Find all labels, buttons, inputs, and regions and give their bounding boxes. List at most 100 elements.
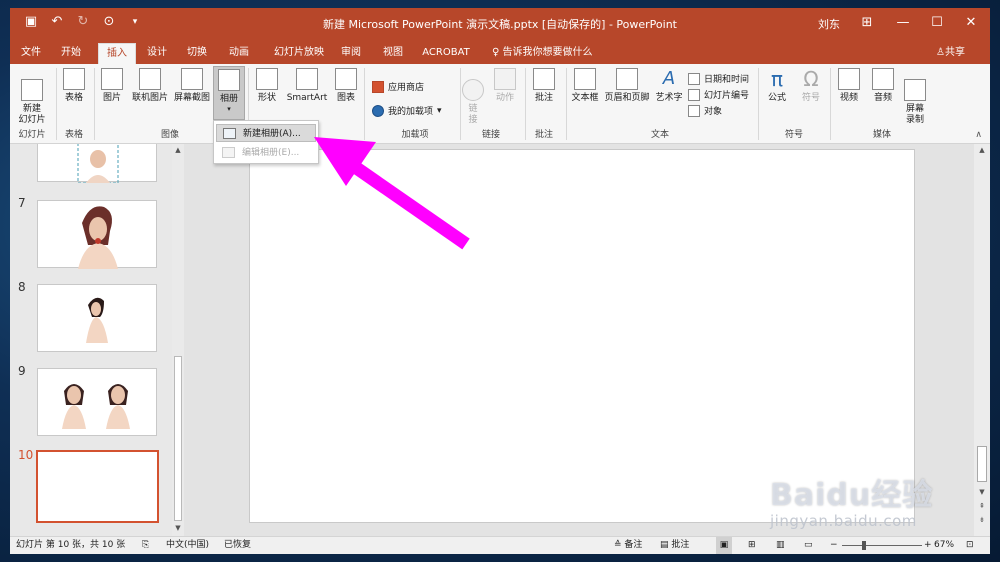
ribbon-display-icon[interactable]: ⊞	[852, 12, 882, 34]
scroll-up-icon[interactable]: ▲	[977, 146, 987, 154]
editor-scrollbar[interactable]: ▲ ▼ ⇞ ⇟	[974, 144, 990, 536]
tell-me-box[interactable]: ♀ 告诉我你想要做什么	[492, 43, 593, 63]
slide-sorter-icon[interactable]: ⊞	[748, 537, 756, 554]
link-button[interactable]: 链 接	[462, 68, 484, 126]
zoom-out-icon[interactable]: −	[830, 537, 838, 554]
header-footer-button[interactable]: 页眉和页脚	[602, 68, 652, 104]
online-picture-button[interactable]: 联机图片	[130, 68, 170, 104]
link-label: 链 接	[468, 104, 478, 125]
zoom-slider-knob[interactable]	[862, 541, 866, 550]
reading-view-icon[interactable]: ▥	[776, 537, 785, 554]
album-label: 相册	[219, 94, 238, 104]
camera-icon	[181, 68, 203, 90]
collapse-ribbon-icon[interactable]: ∧	[975, 130, 982, 140]
share-button[interactable]: ♙共享	[936, 43, 965, 63]
tab-file[interactable]: 文件	[16, 43, 46, 64]
chevron-down-icon: ▾	[227, 105, 231, 113]
table-icon	[63, 68, 85, 90]
shapes-button[interactable]: 形状	[252, 68, 282, 104]
group-label-media: 媒体	[872, 130, 891, 140]
object-button[interactable]: 对象	[688, 104, 722, 117]
group-separator	[830, 68, 831, 140]
slide-count: 幻灯片 第 10 张，共 10 张	[16, 540, 126, 550]
new-album-menu-item[interactable]: 新建相册(A)...	[216, 124, 316, 142]
table-label: 表格	[64, 93, 83, 103]
current-slide[interactable]	[249, 149, 915, 523]
slideshow-icon[interactable]: ▭	[804, 537, 813, 554]
smartart-button[interactable]: SmartArt	[284, 68, 330, 104]
picture-button[interactable]: 图片	[98, 68, 126, 104]
store-button[interactable]: 应用商店	[372, 80, 424, 93]
scroll-up-icon[interactable]: ▲	[172, 146, 184, 156]
maximize-icon[interactable]: ☐	[922, 12, 952, 34]
my-addins-button[interactable]: 我的加载项 ▾	[372, 104, 442, 117]
share-label: 共享	[944, 47, 965, 58]
slide-number: 7	[18, 196, 26, 210]
tab-review[interactable]: 审阅	[336, 43, 366, 64]
store-label: 应用商店	[388, 83, 425, 93]
tab-acrobat[interactable]: ACROBAT	[420, 43, 472, 64]
comments-button[interactable]: ▤ 批注	[660, 537, 689, 554]
title-bar: ▣ ↶ ↻ ⊙ ▾ 新建 Microsoft PowerPoint 演示文稿.p…	[10, 8, 990, 40]
thumbnail-scrollbar[interactable]: ▲ ▼	[172, 144, 184, 536]
tab-insert[interactable]: 插入	[98, 43, 136, 64]
tab-design[interactable]: 设计	[142, 43, 172, 64]
slide-number-button[interactable]: 幻灯片编号	[688, 88, 749, 101]
new-slide-button[interactable]: 新建 幻灯片	[14, 68, 50, 126]
speaker-icon	[872, 68, 894, 90]
woman-image	[78, 206, 118, 269]
group-label-symbols: 符号	[784, 130, 803, 140]
slide-thumbnail[interactable]	[37, 144, 157, 184]
tab-animations[interactable]: 动画	[224, 43, 254, 64]
new-slide-label: 新建 幻灯片	[18, 104, 46, 125]
screenshot-button[interactable]: 屏幕截图	[172, 68, 212, 104]
tab-slideshow[interactable]: 幻灯片放映	[268, 43, 330, 64]
tab-transitions[interactable]: 切换	[182, 43, 212, 64]
screen-recording-button[interactable]: 屏幕 录制	[900, 68, 930, 126]
minimize-icon[interactable]: —	[888, 12, 918, 34]
textbox-button[interactable]: 文本框	[568, 68, 602, 104]
edit-album-label: 编辑相册(E)...	[242, 148, 300, 158]
comments-icon: ▤	[660, 540, 669, 550]
chart-button[interactable]: 图表	[332, 68, 360, 104]
normal-view-icon[interactable]: ▣	[716, 537, 732, 554]
scrollbar-thumb[interactable]	[174, 356, 182, 521]
album-button[interactable]: 相册 ▾	[213, 66, 245, 120]
zoom-in-icon[interactable]: +	[924, 537, 932, 554]
scroll-down-icon[interactable]: ▼	[977, 488, 987, 496]
previous-slide-icon[interactable]: ⇞	[977, 502, 987, 510]
datetime-button[interactable]: 日期和时间	[688, 72, 749, 85]
shapes-label: 形状	[257, 93, 276, 103]
online-picture-icon	[139, 68, 161, 90]
close-icon[interactable]: ✕	[956, 12, 986, 34]
comment-button[interactable]: 批注	[528, 68, 560, 104]
zoom-slider[interactable]	[842, 545, 922, 546]
slide-number: 9	[18, 364, 26, 378]
audio-button[interactable]: 音频	[868, 68, 898, 104]
wordart-button[interactable]: A 艺术字	[652, 68, 686, 104]
edit-album-menu-item[interactable]: 编辑相册(E)...	[216, 144, 316, 162]
symbol-button[interactable]: Ω 符号	[796, 68, 826, 104]
next-slide-icon[interactable]: ⇟	[977, 516, 987, 524]
equation-button[interactable]: π 公式	[762, 68, 792, 104]
action-button[interactable]: 动作	[490, 68, 520, 104]
user-name[interactable]: 刘东	[818, 16, 840, 32]
language-indicator[interactable]: 中文(中国)	[166, 537, 209, 554]
slide-thumbnail[interactable]	[37, 284, 157, 352]
spellcheck-icon[interactable]: ⎘	[142, 537, 149, 554]
slide-thumbnail[interactable]	[37, 200, 157, 269]
tab-view[interactable]: 视图	[378, 43, 408, 64]
tab-home[interactable]: 开始	[56, 43, 86, 64]
video-button[interactable]: 视频	[834, 68, 864, 104]
table-button[interactable]: 表格	[60, 68, 88, 104]
comment-icon	[533, 68, 555, 90]
scroll-down-icon[interactable]: ▼	[172, 524, 184, 534]
slide-thumbnail[interactable]	[37, 368, 157, 436]
notes-button[interactable]: ≙ 备注	[614, 537, 642, 554]
new-album-icon	[223, 128, 236, 139]
person-icon: ♙	[936, 47, 945, 58]
zoom-level[interactable]: 67%	[934, 537, 954, 554]
slide-thumbnail-selected[interactable]	[36, 450, 159, 523]
scrollbar-thumb[interactable]	[977, 446, 987, 482]
fit-to-window-icon[interactable]: ⊡	[966, 537, 974, 554]
